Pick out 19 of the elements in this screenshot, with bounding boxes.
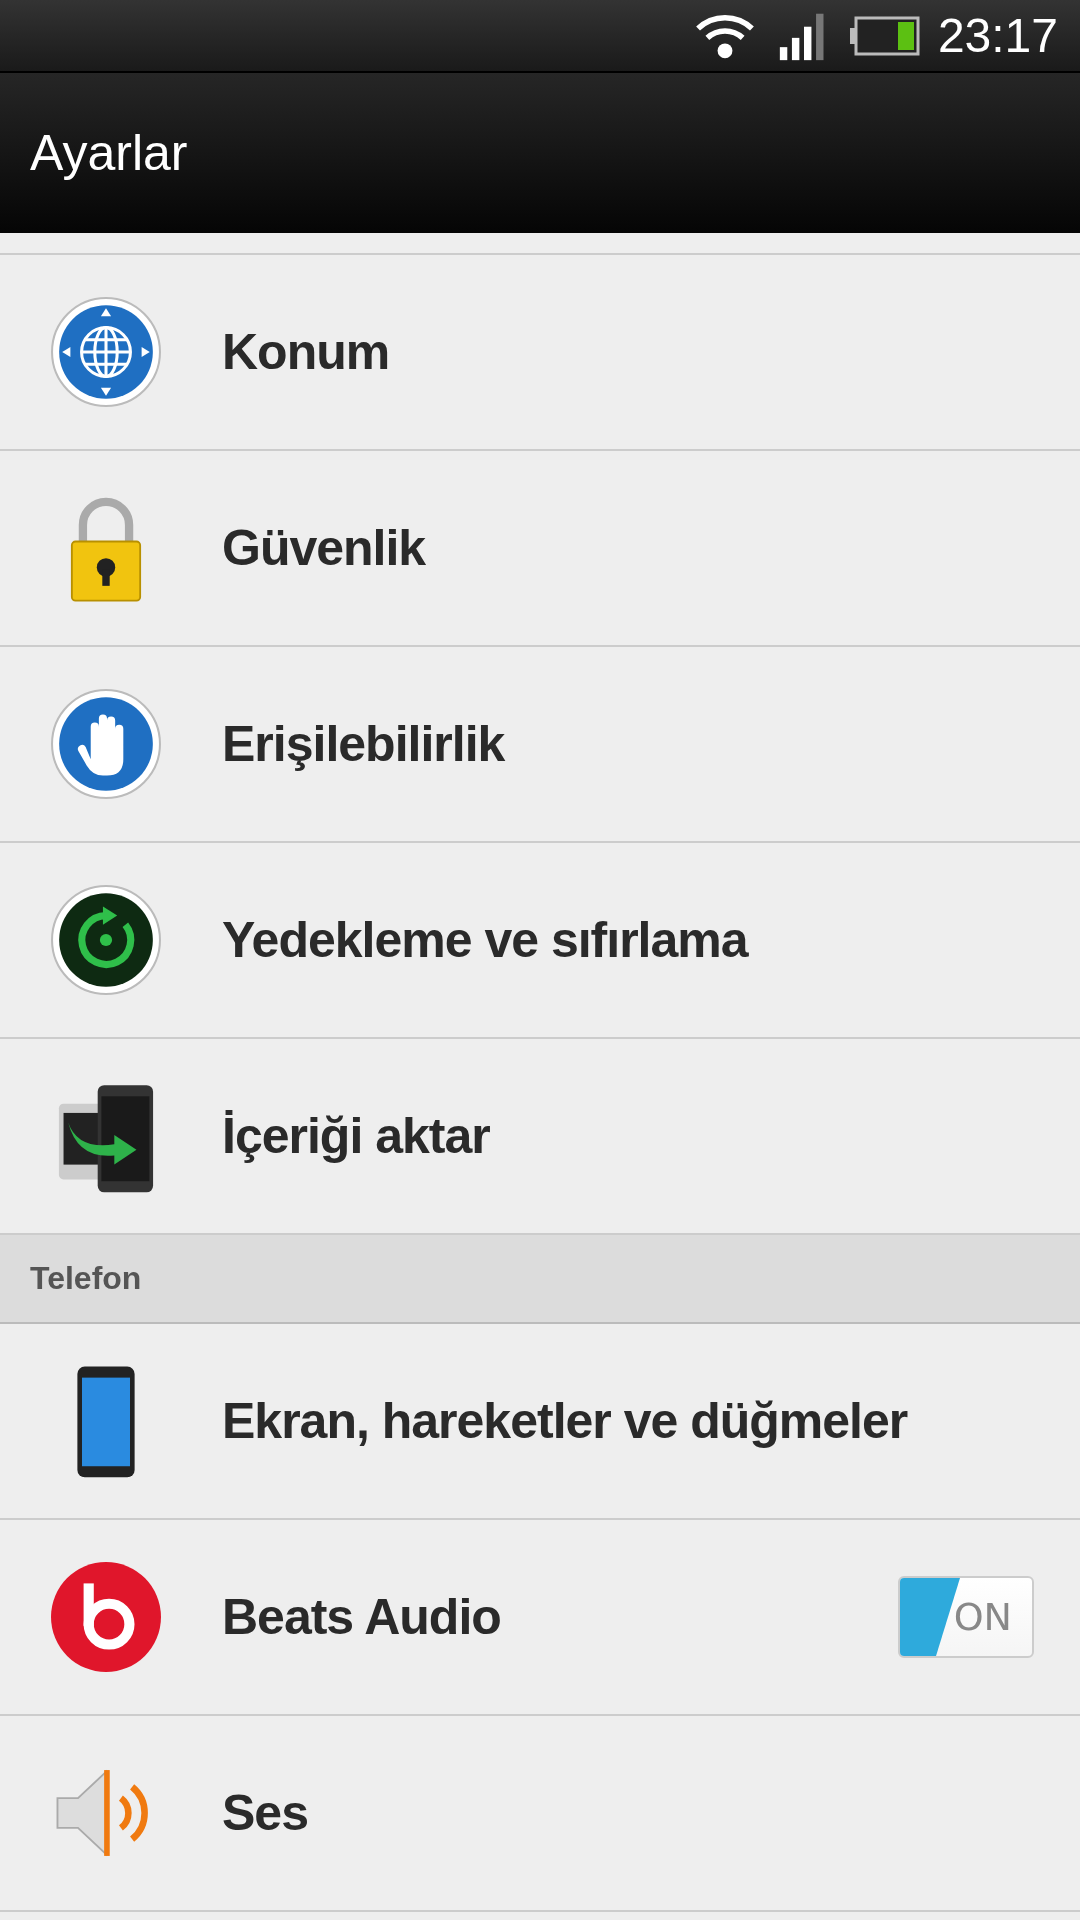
item-label: Ses <box>222 1784 309 1842</box>
settings-item[interactable]: Yedekleme ve sıfırlama <box>0 843 1080 1039</box>
screen-title: Ayarlar <box>30 124 188 182</box>
settings-item[interactable]: Erişilebilirlik <box>0 647 1080 843</box>
section-title: Telefon <box>30 1260 142 1297</box>
item-label: Beats Audio <box>222 1588 502 1646</box>
settings-item[interactable]: Beats Audio ON <box>0 1520 1080 1716</box>
settings-item[interactable]: Ekran, hareketler ve düğmeler <box>0 1324 1080 1520</box>
item-label: Konum <box>222 323 391 381</box>
item-label: İçeriği aktar <box>222 1107 491 1165</box>
settings-item[interactable]: Güvenlik <box>0 451 1080 647</box>
item-label: Güvenlik <box>222 519 427 577</box>
item-label: Ekran, hareketler ve düğmeler <box>222 1392 909 1450</box>
settings-item[interactable]: Konum <box>0 255 1080 451</box>
settings-item[interactable]: Ses <box>0 1716 1080 1912</box>
item-label: Yedekleme ve sıfırlama <box>222 911 750 969</box>
battery-icon <box>849 15 920 56</box>
status-time: 23:17 <box>937 8 1058 63</box>
item-label: Erişilebilirlik <box>222 715 506 773</box>
